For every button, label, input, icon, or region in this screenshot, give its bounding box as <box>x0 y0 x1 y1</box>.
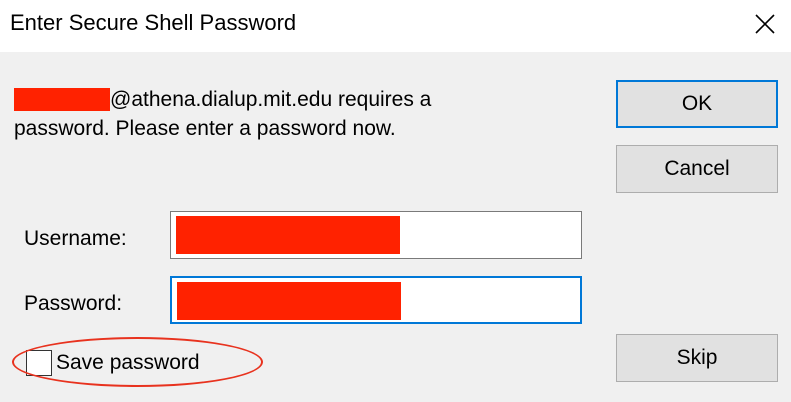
username-field[interactable] <box>170 211 597 259</box>
username-label: Username: <box>24 227 127 250</box>
save-password-option[interactable]: Save password <box>26 347 200 379</box>
skip-button[interactable]: Skip <box>616 334 778 382</box>
host-text: @athena.dialup.mit.edu requires a <box>110 88 432 111</box>
cancel-button[interactable]: Cancel <box>616 145 778 193</box>
prompt-message: @athena.dialup.mit.edu requires a passwo… <box>14 85 574 143</box>
prompt-line-1: @athena.dialup.mit.edu requires a <box>14 85 574 114</box>
password-input[interactable] <box>172 278 596 322</box>
close-icon <box>755 14 775 34</box>
title-bar: Enter Secure Shell Password <box>0 0 791 52</box>
save-password-label: Save password <box>56 351 200 374</box>
password-field[interactable] <box>170 276 596 324</box>
window-title: Enter Secure Shell Password <box>10 10 297 35</box>
ok-button[interactable]: OK <box>616 80 778 128</box>
close-button[interactable] <box>745 4 785 44</box>
username-input[interactable] <box>171 212 597 258</box>
password-label: Password: <box>24 292 123 315</box>
prompt-line-2: password. Please enter a password now. <box>14 117 396 140</box>
redacted-username <box>14 88 110 111</box>
save-password-checkbox[interactable] <box>26 350 52 376</box>
